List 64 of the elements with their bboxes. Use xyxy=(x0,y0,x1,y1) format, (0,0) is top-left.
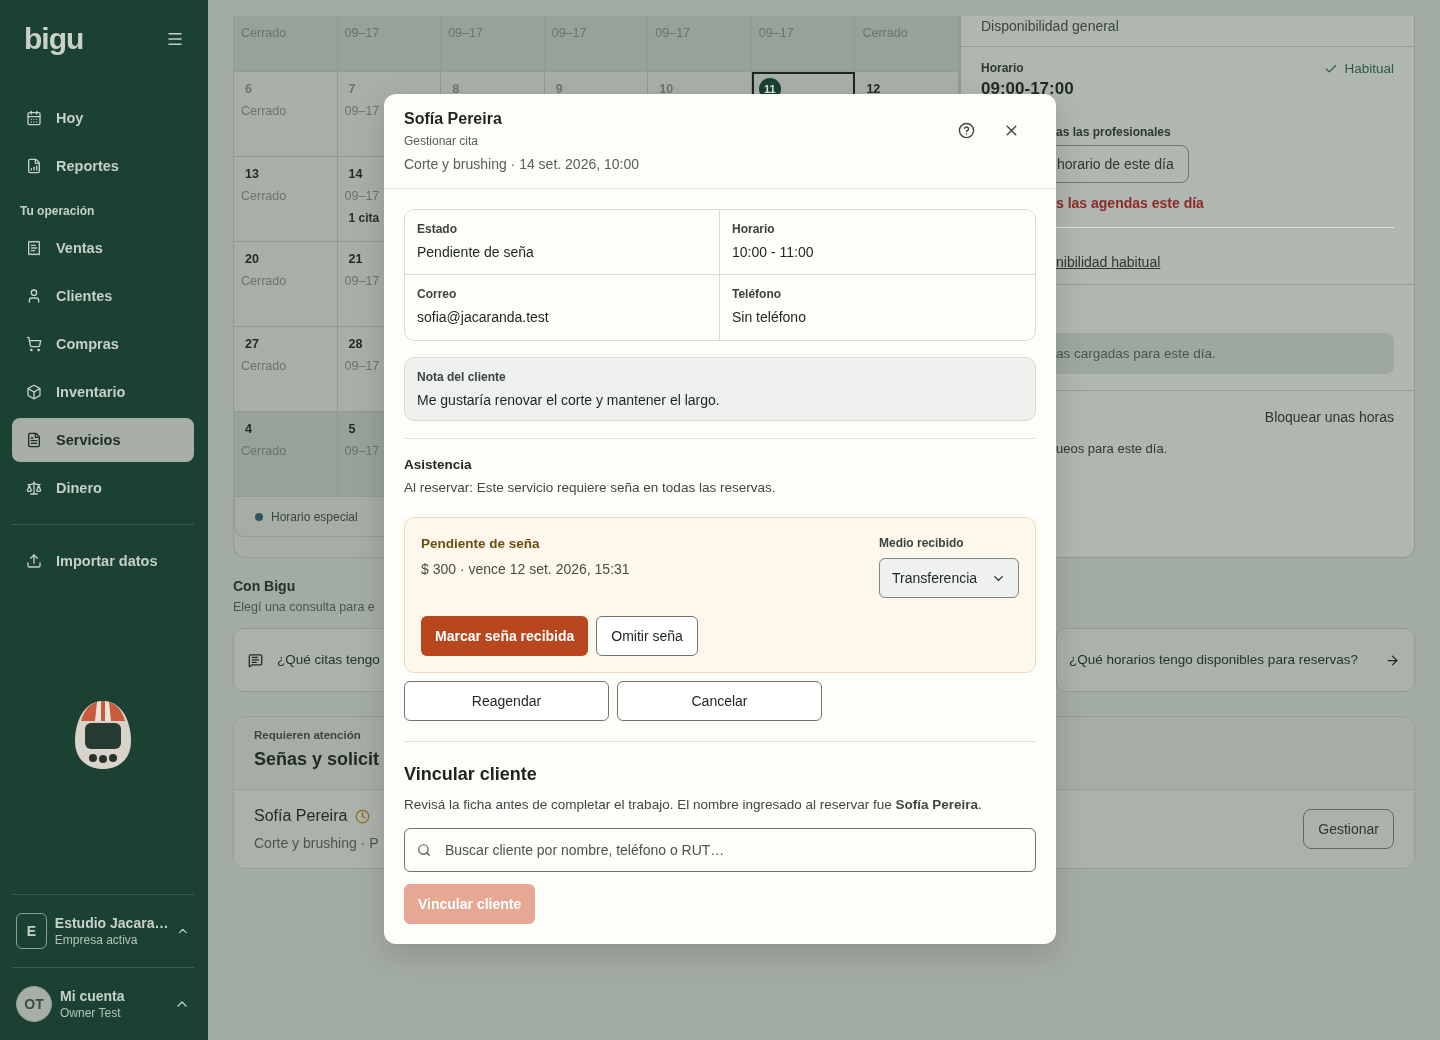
status-label: Habitual xyxy=(1344,61,1394,76)
day-hours: Cerrado xyxy=(241,104,288,118)
note-label: Nota del cliente xyxy=(417,370,507,384)
note-text: Me gustaría renovar el corte y mantener el largo. xyxy=(417,392,721,408)
section-subtitle: Elegí una consulta para e xyxy=(233,600,376,614)
day-number: 27 xyxy=(244,337,260,351)
card-title: Señas y solicit xyxy=(254,749,381,770)
detail-label: Correo xyxy=(417,287,458,301)
schedule-time: 09:00-17:00 xyxy=(981,79,1074,99)
account-name: Owner Test xyxy=(60,1006,122,1020)
day-hours: Cerrado xyxy=(241,274,288,288)
section-text: Revisá la ficha antes de completar el trabajo. El nombre ingresado al reservar fue Sofía Pereira. xyxy=(404,797,983,812)
day-number: 20 xyxy=(244,252,260,266)
section-title: Vincular cliente xyxy=(404,764,538,785)
empty-text: ueos para este día. xyxy=(1056,441,1169,456)
field-label: Medio recibido xyxy=(879,536,965,550)
company-status: Empresa activa xyxy=(54,933,139,947)
day-number: 14 xyxy=(347,167,364,181)
logo: bigu xyxy=(24,22,84,56)
deposit-title: Pendiente de seña xyxy=(421,536,541,551)
appointment-detail: Corte y brushing · P xyxy=(254,835,379,851)
company-avatar: E xyxy=(16,913,47,949)
account-title: Mi cuenta xyxy=(60,988,126,1004)
eyebrow: Requieren atención xyxy=(254,729,362,741)
client-name: Sofía Pereira xyxy=(254,807,348,825)
day-number: 4 xyxy=(244,422,253,436)
detail-label: Horario xyxy=(732,222,776,236)
detail-value: 10:00 - 11:00 xyxy=(732,244,815,260)
detail-value: Pendiente de seña xyxy=(417,244,535,260)
company-name: Estudio Jacara… xyxy=(54,915,169,931)
deposit-detail: $ 300 · vence 12 set. 2026, 15:31 xyxy=(421,561,630,577)
section-title: Con Bigu xyxy=(233,578,297,594)
day-hours: Cerrado xyxy=(241,359,288,373)
professionals-label: as las profesionales xyxy=(1056,125,1172,139)
day-number: 9 xyxy=(554,82,564,96)
day-hours: 09–17 xyxy=(344,359,381,373)
day-hours: Cerrado xyxy=(241,189,288,203)
day-number: 10 xyxy=(658,82,675,96)
detail-label: Teléfono xyxy=(732,287,783,301)
day-number: 7 xyxy=(347,82,357,96)
account-avatar: OT xyxy=(16,986,52,1022)
day-hours: 09–17 xyxy=(344,189,381,203)
day-number: 6 xyxy=(244,82,253,96)
day-number: 28 xyxy=(347,337,364,351)
section-title: Tu operación xyxy=(20,204,96,218)
appointment-meta: Corte y brushing · 14 set. 2026, 10:00 xyxy=(404,156,640,172)
day-number: 12 xyxy=(865,82,882,96)
day-number: 21 xyxy=(347,252,364,266)
appointment-count: 1 cita xyxy=(347,211,381,225)
day-number: 13 xyxy=(244,167,260,181)
day-number: 8 xyxy=(451,82,461,96)
day-number: 5 xyxy=(347,422,357,436)
detail-label: Estado xyxy=(417,222,458,236)
section-text: Al reservar: Este servicio requiere seña en todas las reservas. xyxy=(404,480,777,495)
field-label: Horario xyxy=(981,61,1025,75)
panel-title: Disponibilidad general xyxy=(981,18,1120,34)
dialog-subtitle: Gestionar cita xyxy=(404,134,480,148)
legend-label: Horario especial xyxy=(271,509,358,524)
detail-value: Sin teléfono xyxy=(732,309,807,325)
detail-value: sofia@jacaranda.test xyxy=(417,309,550,325)
day-hours: 09–17 xyxy=(344,274,381,288)
notice-text: as cargadas para este día. xyxy=(1056,333,1394,374)
dialog-title: Sofía Pereira xyxy=(404,110,503,128)
section-title: Asistencia xyxy=(404,457,473,472)
